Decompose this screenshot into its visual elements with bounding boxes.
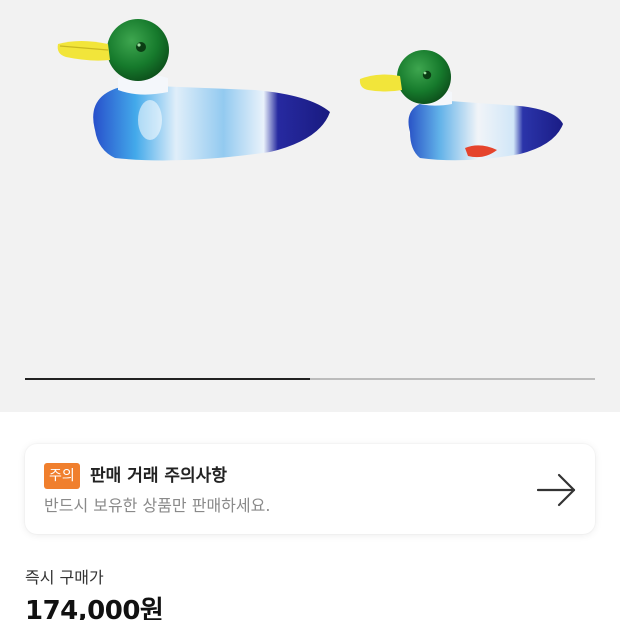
image-carousel-progress	[25, 378, 595, 380]
instant-buy-price-label: 즉시 구매가	[25, 568, 104, 587]
sales-caution-notice[interactable]: 주의 판매 거래 주의사항 반드시 보유한 상품만 판매하세요.	[25, 444, 595, 534]
product-image-gallery[interactable]	[0, 0, 620, 412]
instant-buy-price: 174,000원	[25, 596, 164, 620]
image-carousel-progress-fill	[25, 378, 310, 380]
notice-title: 판매 거래 주의사항	[90, 466, 227, 486]
notice-description: 반드시 보유한 상품만 판매하세요.	[44, 496, 271, 515]
arrow-right-icon[interactable]	[537, 469, 577, 509]
product-image	[57, 19, 563, 161]
caution-badge: 주의	[44, 463, 80, 489]
